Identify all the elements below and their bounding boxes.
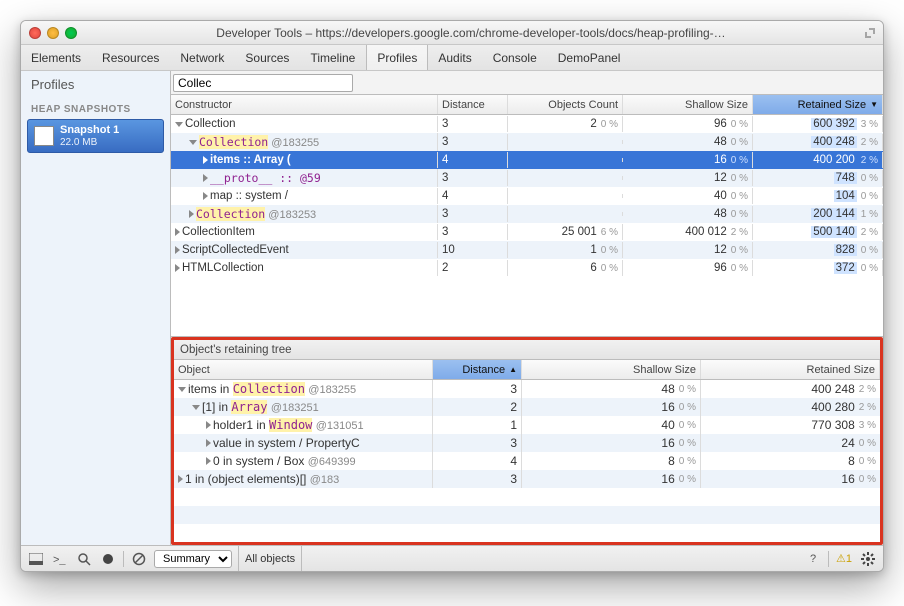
snapshot-item[interactable]: Snapshot 1 22.0 MB — [27, 119, 164, 153]
console-icon[interactable]: >_ — [51, 550, 69, 568]
col-constructor[interactable]: Constructor — [171, 95, 438, 114]
statusbar: >_ Summary All objects ? ⚠1 — [21, 545, 883, 571]
table-row[interactable]: CollectionItem325 0016 %400 0122 %500 14… — [171, 223, 883, 241]
close-icon[interactable] — [29, 27, 41, 39]
col-object[interactable]: Object — [174, 360, 433, 379]
chevron-down-icon[interactable] — [192, 405, 200, 410]
zoom-icon[interactable] — [65, 27, 77, 39]
table-row[interactable]: Collection @1832533480 %200 1441 % — [171, 205, 883, 223]
expand-icon[interactable] — [865, 28, 875, 38]
tab-network[interactable]: Network — [170, 45, 235, 70]
chevron-down-icon[interactable] — [189, 140, 197, 145]
snapshot-thumb-icon — [34, 126, 54, 146]
constructor-filter-input[interactable] — [173, 74, 353, 92]
minimize-icon[interactable] — [47, 27, 59, 39]
settings-icon[interactable] — [859, 550, 877, 568]
col-shallow-size[interactable]: Shallow Size — [522, 360, 701, 379]
snapshot-name: Snapshot 1 — [60, 124, 119, 136]
table-row[interactable]: 0 in system / Box @649399480 %80 % — [174, 452, 880, 470]
tab-console[interactable]: Console — [483, 45, 548, 70]
table-row[interactable]: Collection320 %960 %600 3923 % — [171, 115, 883, 133]
chevron-down-icon[interactable] — [178, 387, 186, 392]
tab-sources[interactable]: Sources — [235, 45, 300, 70]
tab-profiles[interactable]: Profiles — [366, 45, 428, 70]
table-row[interactable]: 1 in (object elements)[] @1833160 %160 % — [174, 470, 880, 488]
table-row[interactable]: value in system / PropertyC3160 %240 % — [174, 434, 880, 452]
sidebar-section: HEAP SNAPSHOTS — [21, 98, 170, 117]
tab-audits[interactable]: Audits — [428, 45, 482, 70]
col-distance[interactable]: Distance — [433, 360, 523, 379]
devtools-window: Developer Tools – https://developers.goo… — [20, 20, 884, 572]
col-retained-size[interactable]: Retained Size — [753, 95, 883, 114]
grid-rows: Collection320 %960 %600 3923 %Collection… — [171, 115, 883, 277]
grid-header: Constructor Distance Objects Count Shall… — [171, 95, 883, 115]
table-row[interactable]: ScriptCollectedEvent1010 %120 %8280 % — [171, 241, 883, 259]
filter-bar — [171, 71, 883, 95]
main-area: Constructor Distance Objects Count Shall… — [171, 71, 883, 545]
chevron-right-icon[interactable] — [178, 475, 183, 483]
table-row[interactable]: Collection @1832553480 %400 2482 % — [171, 133, 883, 151]
titlebar: Developer Tools – https://developers.goo… — [21, 21, 883, 45]
table-row[interactable]: items in Collection @1832553480 %400 248… — [174, 380, 880, 398]
clear-icon[interactable] — [130, 550, 148, 568]
chevron-right-icon[interactable] — [189, 210, 194, 218]
record-icon[interactable] — [99, 550, 117, 568]
retaining-rows: items in Collection @1832553480 %400 248… — [174, 380, 880, 488]
col-retained-size[interactable]: Retained Size — [701, 360, 880, 379]
warnings-badge[interactable]: ⚠1 — [835, 550, 853, 568]
chevron-right-icon[interactable] — [206, 439, 211, 447]
help-icon[interactable]: ? — [804, 550, 822, 568]
sidebar-header: Profiles — [21, 71, 170, 98]
retaining-header: Object Distance Shallow Size Retained Si… — [174, 360, 880, 380]
window-title: Developer Tools – https://developers.goo… — [83, 26, 859, 40]
retaining-tree-panel: Object's retaining tree Object Distance … — [171, 337, 883, 545]
svg-text:>_: >_ — [53, 554, 66, 565]
table-row[interactable]: __proto__ :: @593120 %7480 % — [171, 169, 883, 187]
view-select[interactable]: Summary — [154, 550, 232, 568]
tab-resources[interactable]: Resources — [92, 45, 170, 70]
tab-demopanel[interactable]: DemoPanel — [548, 45, 632, 70]
table-row[interactable]: [1] in Array @1832512160 %400 2802 % — [174, 398, 880, 416]
table-row[interactable]: items :: Array (4160 %400 2002 % — [171, 151, 883, 169]
table-row[interactable]: map :: system /4400 %1040 % — [171, 187, 883, 205]
col-objects-count[interactable]: Objects Count — [508, 95, 623, 114]
snapshot-size: 22.0 MB — [60, 137, 97, 148]
col-distance[interactable]: Distance — [438, 95, 508, 114]
tab-timeline[interactable]: Timeline — [300, 45, 366, 70]
constructors-grid: Constructor Distance Objects Count Shall… — [171, 95, 883, 337]
col-shallow-size[interactable]: Shallow Size — [623, 95, 753, 114]
tab-elements[interactable]: Elements — [21, 45, 92, 70]
chevron-right-icon[interactable] — [203, 192, 208, 200]
chevron-right-icon[interactable] — [203, 174, 208, 182]
profiles-sidebar: Profiles HEAP SNAPSHOTS Snapshot 1 22.0 … — [21, 71, 171, 545]
chevron-down-icon[interactable] — [175, 122, 183, 127]
search-icon[interactable] — [75, 550, 93, 568]
chevron-right-icon[interactable] — [175, 228, 180, 236]
table-row[interactable]: holder1 in Window @1310511400 %770 3083 … — [174, 416, 880, 434]
chevron-right-icon[interactable] — [175, 264, 180, 272]
retaining-title: Object's retaining tree — [174, 340, 880, 360]
chevron-right-icon[interactable] — [203, 156, 208, 164]
chevron-right-icon[interactable] — [175, 246, 180, 254]
dock-icon[interactable] — [27, 550, 45, 568]
filter-label[interactable]: All objects — [238, 546, 302, 571]
table-row[interactable]: HTMLCollection260 %960 %3720 % — [171, 259, 883, 277]
chevron-right-icon[interactable] — [206, 421, 211, 429]
chevron-right-icon[interactable] — [206, 457, 211, 465]
panel-tabstrip: ElementsResourcesNetworkSourcesTimelineP… — [21, 45, 883, 71]
